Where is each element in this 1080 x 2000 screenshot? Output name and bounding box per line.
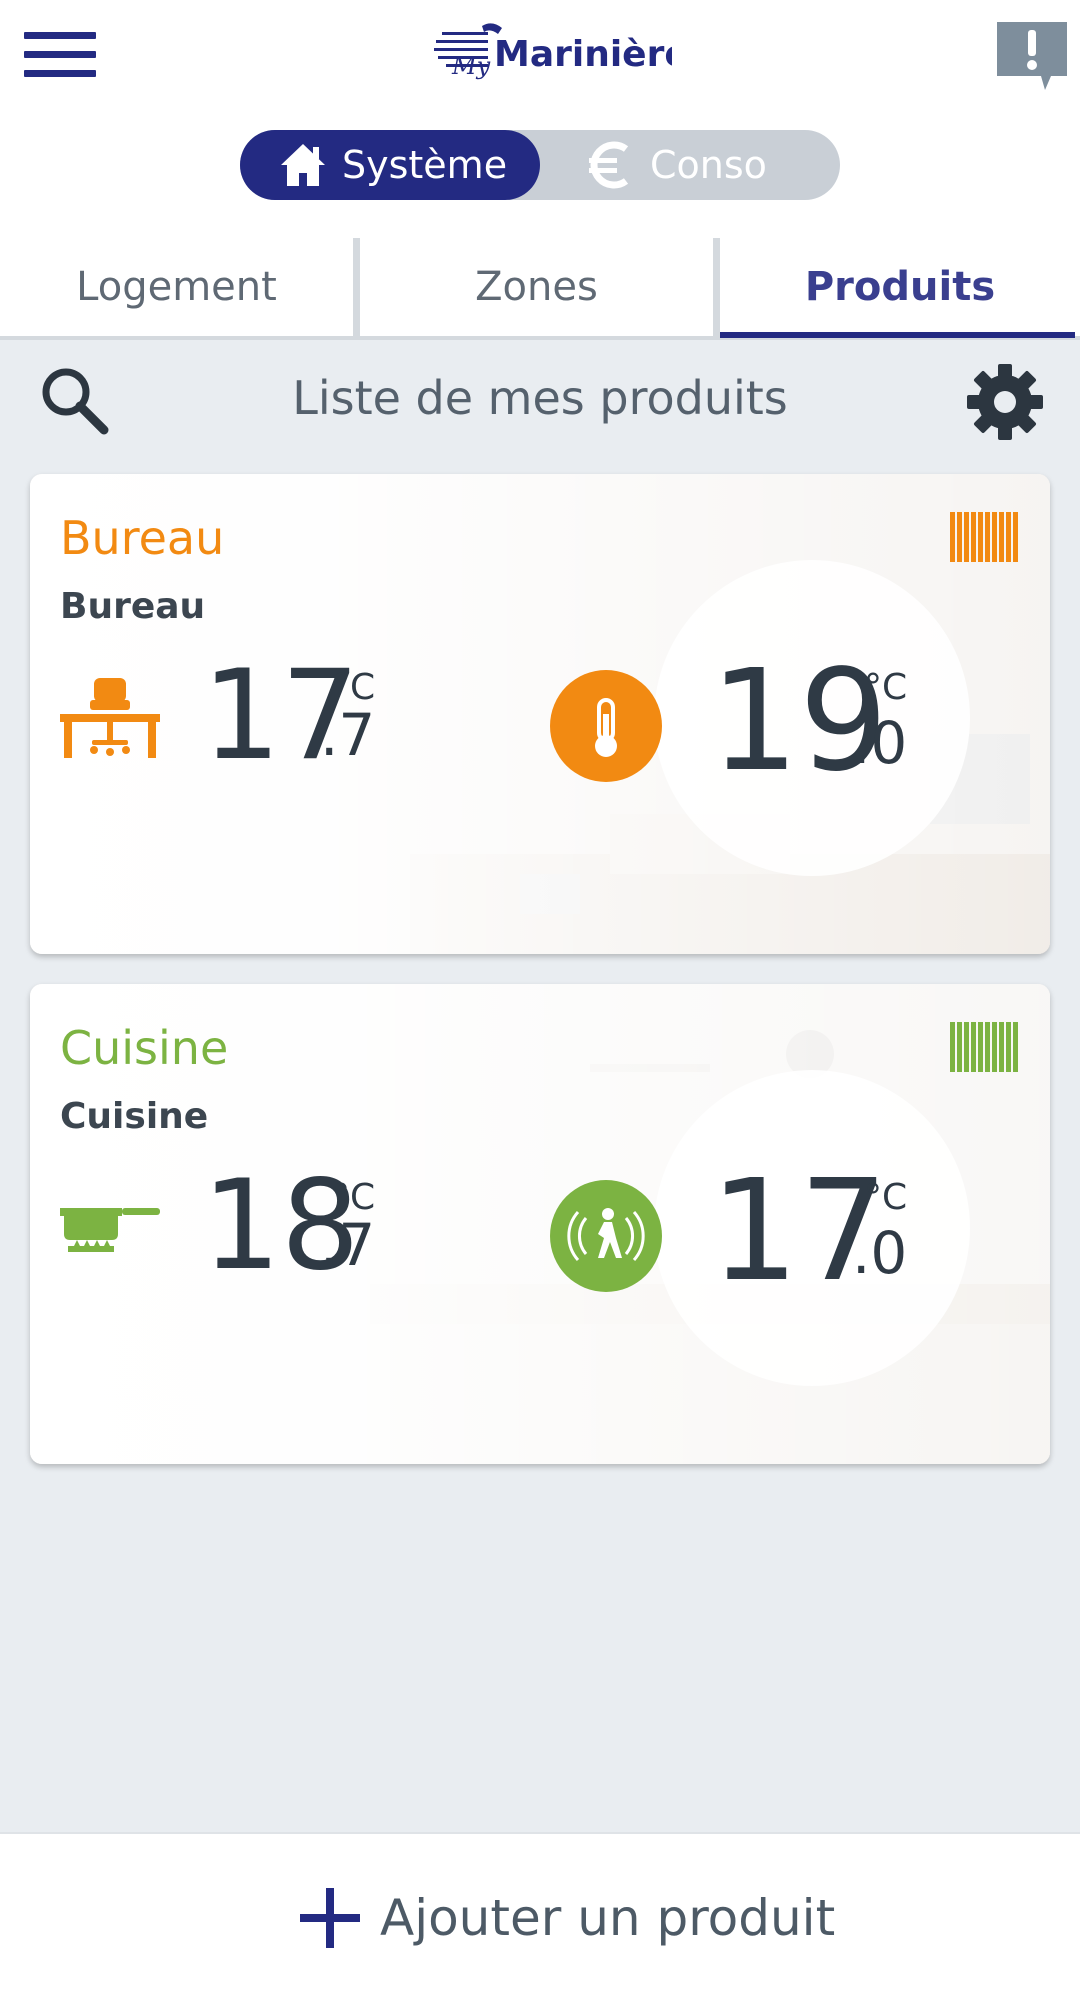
mode-button[interactable]	[550, 1180, 662, 1292]
tab-zones[interactable]: Zones	[360, 238, 713, 336]
product-zone-label: Bureau	[60, 586, 206, 627]
alert-button[interactable]	[995, 20, 1069, 92]
systeme-label: Système	[342, 143, 508, 187]
product-name: Bureau	[60, 511, 225, 565]
hamburger-line	[24, 32, 96, 39]
home-icon	[281, 144, 325, 186]
logo-my-text: My	[451, 52, 491, 80]
logo-brand-text: Marinière	[494, 34, 672, 75]
list-title: Liste de mes produits	[292, 371, 788, 425]
presence-detection-icon	[567, 1208, 645, 1261]
settings-button[interactable]	[965, 362, 1045, 442]
radiator-icon	[950, 1022, 1018, 1072]
tab-logement-label: Logement	[76, 264, 277, 310]
top-bar: My Marinière	[0, 0, 1080, 110]
product-card-bureau[interactable]: Bureau Bureau 17 °C .7 19 °C .0	[30, 474, 1050, 954]
search-icon	[42, 368, 109, 435]
plus-icon	[300, 1888, 360, 1948]
add-product-button[interactable]: Ajouter un produit	[300, 1878, 835, 1958]
tab-produits[interactable]: Produits	[720, 238, 1080, 336]
tab-bar: Logement Zones Produits	[0, 238, 1080, 340]
setpoint-unit: °C	[864, 1177, 908, 1218]
setpoint-decimal: .0	[852, 1219, 908, 1287]
systeme-conso-toggle: Système Conso	[240, 130, 840, 200]
hamburger-line	[24, 70, 96, 77]
euro-icon	[589, 141, 629, 189]
setpoint-decimal: .0	[852, 709, 908, 777]
product-name: Cuisine	[60, 1021, 229, 1075]
tab-logement[interactable]: Logement	[0, 238, 353, 336]
current-temp-decimal: .7	[320, 1211, 376, 1279]
add-product-label: Ajouter un produit	[380, 1889, 836, 1947]
active-tab-indicator	[720, 332, 1075, 338]
list-header: Liste de mes produits	[0, 340, 1080, 460]
mode-toggle-bar: Système Conso	[0, 110, 1080, 238]
my-mariniere-logo: My Marinière	[434, 23, 672, 80]
mode-button[interactable]	[550, 670, 662, 782]
exclamation-speech-bubble-icon	[997, 22, 1067, 90]
systeme-segment[interactable]: Système	[240, 130, 540, 200]
product-card-cuisine[interactable]: Cuisine Cuisine 18 °C .7 17 °C .0	[30, 984, 1050, 1464]
conso-segment[interactable]: Conso	[540, 130, 840, 200]
tab-zones-label: Zones	[475, 264, 598, 310]
gear-icon	[967, 364, 1043, 440]
bottom-bar: Ajouter un produit	[0, 1832, 1080, 2000]
menu-button[interactable]	[24, 32, 96, 78]
hamburger-line	[24, 51, 96, 58]
current-temp-decimal: .7	[320, 701, 376, 769]
product-zone-label: Cuisine	[60, 1096, 209, 1137]
conso-label: Conso	[650, 143, 767, 187]
cooking-pot-icon	[60, 1208, 160, 1252]
setpoint-unit: °C	[864, 667, 908, 708]
search-button[interactable]	[38, 364, 110, 436]
tab-produits-label: Produits	[804, 264, 996, 310]
radiator-icon	[950, 512, 1018, 562]
thermometer-icon	[595, 698, 617, 757]
desk-chair-icon	[60, 678, 160, 758]
